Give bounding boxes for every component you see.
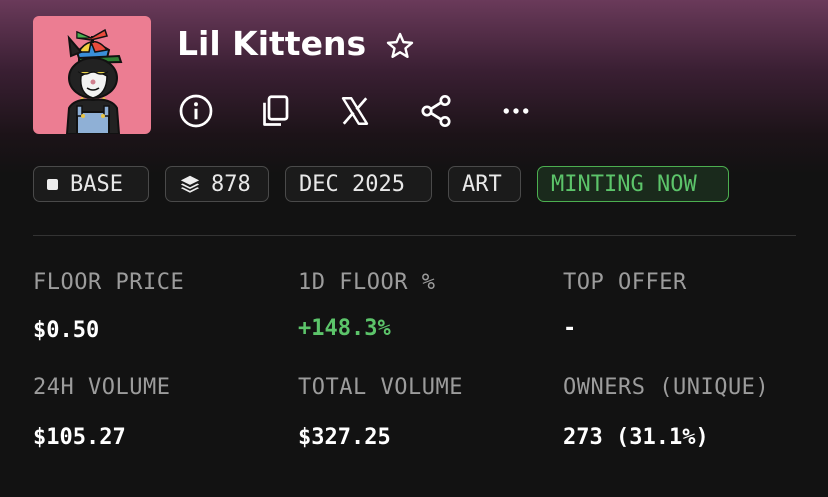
collection-avatar[interactable] (33, 16, 151, 134)
total-volume-value: $327.25 (298, 425, 391, 450)
top-offer-label: TOP OFFER (563, 270, 687, 295)
favorite-star-icon[interactable] (384, 30, 416, 62)
chain-icon (47, 178, 58, 190)
supply-tag[interactable]: 878 (165, 166, 269, 202)
date-label: DEC 2025 (299, 171, 405, 197)
divider (33, 235, 796, 236)
chain-label: BASE (70, 171, 123, 197)
info-icon[interactable] (178, 93, 214, 129)
share-icon[interactable] (418, 93, 454, 129)
floor-change-label: 1D FLOOR % (298, 270, 436, 295)
status-label: MINTING NOW (551, 171, 697, 197)
supply-label: 878 (211, 171, 251, 197)
floor-price-value: $0.50 (33, 318, 100, 343)
collection-title: Lil Kittens (177, 24, 367, 63)
floor-change-value: +148.3% (298, 316, 391, 341)
total-volume-label: TOTAL VOLUME (298, 375, 463, 400)
copy-icon[interactable] (257, 93, 293, 129)
floor-price-label: FLOOR PRICE (33, 270, 185, 295)
owners-label: OWNERS (UNIQUE) (563, 375, 770, 400)
x-icon[interactable] (337, 93, 373, 129)
date-tag[interactable]: DEC 2025 (285, 166, 432, 202)
more-icon[interactable] (498, 93, 534, 129)
volume-24h-label: 24H VOLUME (33, 375, 171, 400)
volume-24h-value: $105.27 (33, 425, 126, 450)
category-label: ART (462, 171, 502, 197)
chain-tag[interactable]: BASE (33, 166, 149, 202)
owners-value: 273 (31.1%) (563, 425, 709, 450)
minting-status-tag[interactable]: MINTING NOW (537, 166, 729, 202)
cat-avatar-image (65, 28, 123, 134)
top-offer-value: - (563, 316, 577, 341)
layers-icon (179, 173, 201, 195)
category-tag[interactable]: ART (448, 166, 521, 202)
